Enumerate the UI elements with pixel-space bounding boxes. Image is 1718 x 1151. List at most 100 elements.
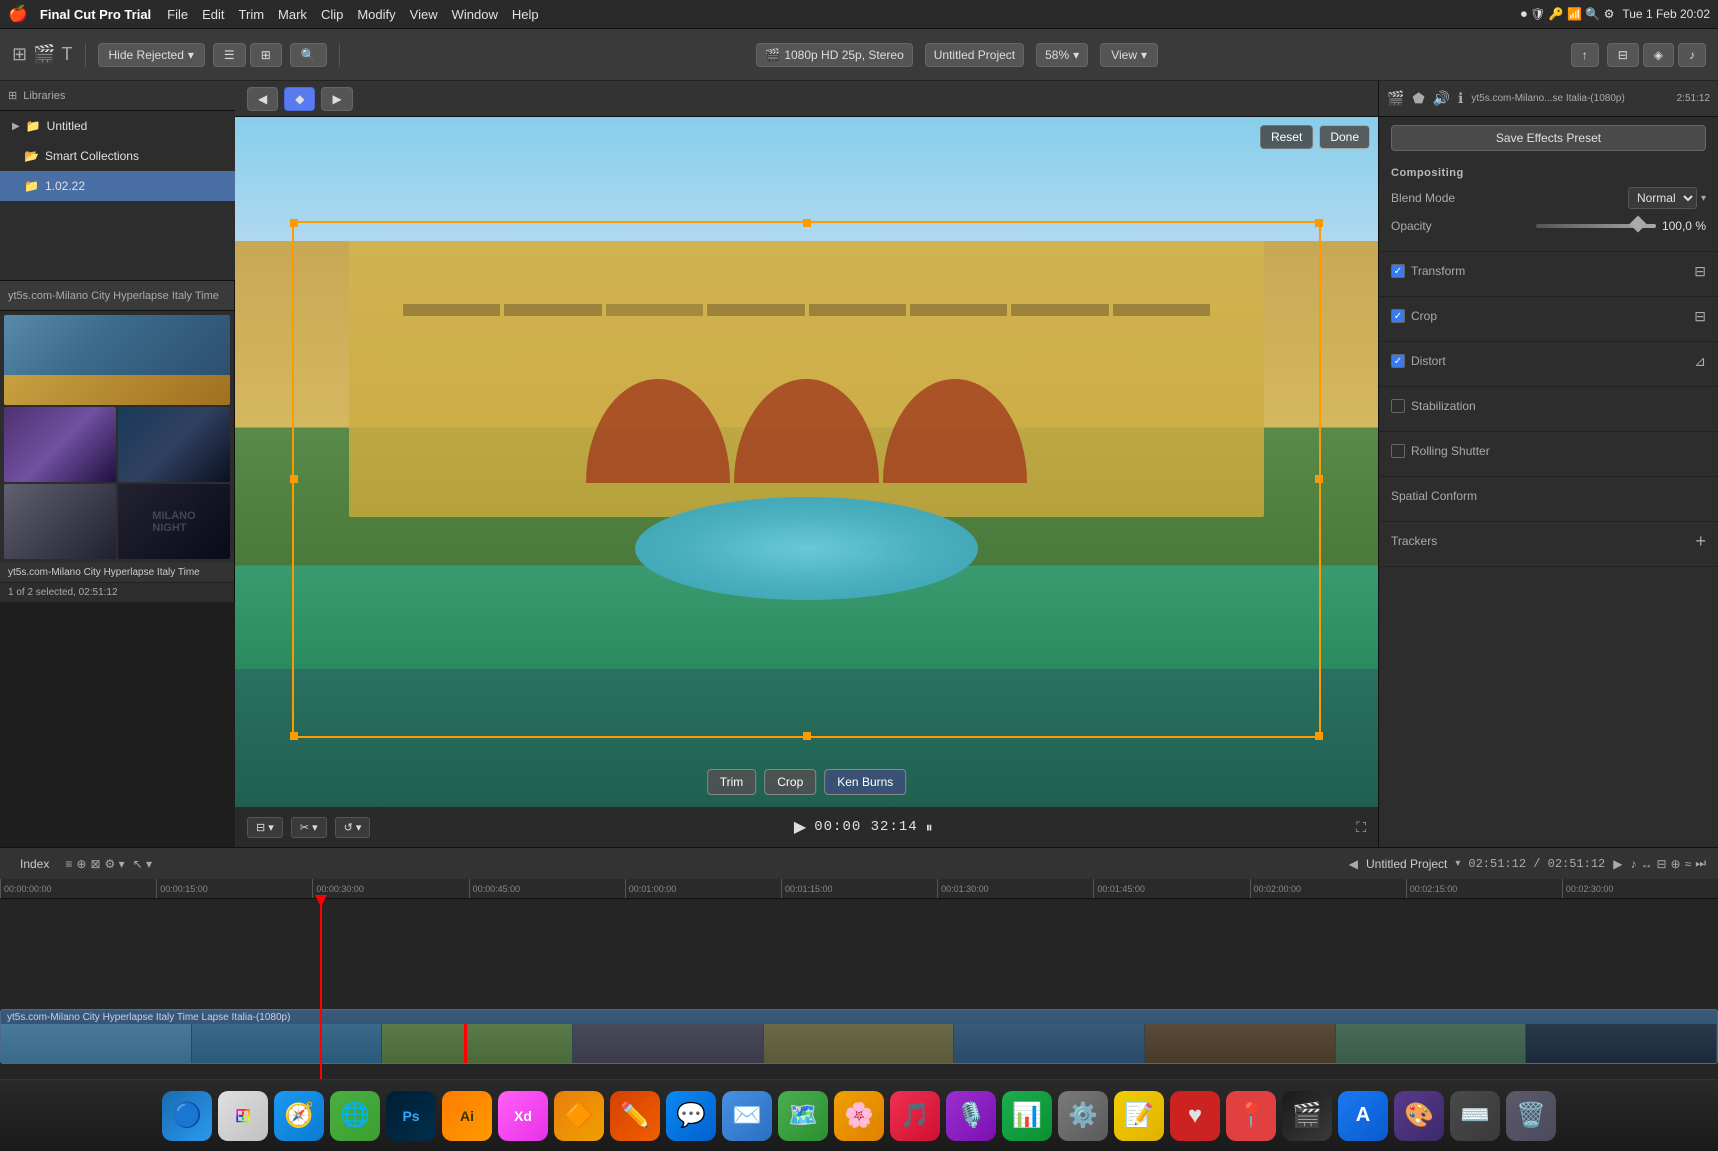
opacity-slider[interactable] — [1536, 224, 1656, 228]
crop-expand-btn[interactable]: ⊟ — [1694, 308, 1706, 325]
timeline-scrub-btn[interactable]: ≈ — [1685, 856, 1692, 871]
dock-launchpad[interactable]: ⊞ — [218, 1091, 268, 1141]
timeline-audio-btn[interactable]: ⊕ — [76, 857, 86, 871]
save-effects-preset-btn[interactable]: Save Effects Preset — [1391, 125, 1706, 151]
effects-toggle-btn[interactable]: ◈ — [1643, 43, 1674, 67]
crop-checkbox[interactable]: ✓ — [1391, 309, 1405, 323]
menu-mark[interactable]: Mark — [278, 7, 307, 22]
menu-file[interactable]: File — [167, 7, 188, 22]
grid-view-btn[interactable]: ⊞ — [250, 43, 282, 67]
dock-maps[interactable]: 🗺️ — [778, 1091, 828, 1141]
trackers-add-btn[interactable]: + — [1695, 532, 1706, 550]
dock-system-prefs[interactable]: ⚙️ — [1058, 1091, 1108, 1141]
media-thumb-4[interactable]: MILANONIGHT — [118, 484, 230, 559]
select-tool-btn[interactable]: ↖ ▾ — [133, 857, 152, 871]
layout-btn[interactable]: ⊟ ▾ — [247, 817, 283, 838]
dock-chrome[interactable]: 🌐 — [330, 1091, 380, 1141]
audio-waveform-btn[interactable]: ♪ — [1630, 856, 1636, 871]
crop-btn[interactable]: Crop — [764, 769, 816, 795]
dock-numbers[interactable]: 📊 — [1002, 1091, 1052, 1141]
ken-burns-btn[interactable]: Ken Burns — [824, 769, 906, 795]
dock-terminal[interactable]: ⌨️ — [1450, 1091, 1500, 1141]
apple-menu[interactable]: 🍎 — [8, 4, 28, 24]
transform-btn[interactable]: ↺ ▾ — [335, 817, 371, 838]
project-selector[interactable]: Untitled Project — [925, 43, 1024, 67]
dock-photos[interactable]: 🌸 — [834, 1091, 884, 1141]
format-selector[interactable]: 🎬 1080p HD 25p, Stereo — [756, 43, 912, 67]
timeline-settings-btn[interactable]: ⚙ ▾ — [105, 857, 125, 871]
inspector-tab-info[interactable]: ℹ — [1458, 90, 1463, 107]
inspector-tab-filter[interactable]: ⬟ — [1412, 90, 1424, 107]
timeline-skimming-btn[interactable]: ⊟ — [1656, 856, 1666, 871]
dock-podcasts[interactable]: 🎙️ — [946, 1091, 996, 1141]
dock-finder[interactable]: 🔵 — [162, 1091, 212, 1141]
timeline-zoom-fit-btn[interactable]: ⊠ — [90, 857, 100, 871]
menu-help[interactable]: Help — [512, 7, 539, 22]
fullscreen-btn[interactable]: ⛶ — [1356, 819, 1366, 836]
reset-btn[interactable]: Reset — [1260, 125, 1313, 149]
media-thumb-1[interactable] — [4, 407, 116, 482]
audio-toggle-btn[interactable]: ♪ — [1678, 43, 1706, 67]
stabilization-checkbox[interactable] — [1391, 399, 1405, 413]
dock-mail[interactable]: ✉️ — [722, 1091, 772, 1141]
dock-xd[interactable]: Xd — [498, 1091, 548, 1141]
next-frame-btn[interactable]: ▶ — [321, 87, 352, 111]
sidebar-item-untitled[interactable]: ▶ 📁 Untitled — [0, 111, 235, 141]
dock-app-store[interactable]: A — [1338, 1091, 1388, 1141]
distort-checkbox[interactable]: ✓ — [1391, 354, 1405, 368]
share-btn[interactable]: ↑ — [1571, 43, 1599, 67]
inspector-toggle-btn[interactable]: ⊟ — [1607, 43, 1639, 67]
menu-modify[interactable]: Modify — [357, 7, 395, 22]
sidebar-item-date[interactable]: 📁 1.02.22 — [0, 171, 235, 201]
search-btn[interactable]: 🔍 — [290, 43, 327, 67]
play-btn[interactable]: ▶ — [794, 817, 806, 837]
sidebar-item-smart-collections[interactable]: 📂 Smart Collections — [0, 141, 235, 171]
timeline-clip[interactable]: yt5s.com-Milano City Hyperlapse Italy Ti… — [0, 1009, 1718, 1064]
hide-rejected-btn[interactable]: Hide Rejected ▾ — [98, 43, 205, 67]
view-btn[interactable]: View ▾ — [1100, 43, 1158, 67]
menu-clip[interactable]: Clip — [321, 7, 343, 22]
dock-trash[interactable]: 🗑️ — [1506, 1091, 1556, 1141]
distort-expand-btn[interactable]: ⊿ — [1694, 353, 1706, 370]
blend-mode-select[interactable]: Normal — [1628, 187, 1697, 209]
dock-pinpoint[interactable]: 📍 — [1226, 1091, 1276, 1141]
dock-pencil[interactable]: ✏️ — [610, 1091, 660, 1141]
timeline-clip-appearance-btn[interactable]: ≡ — [65, 857, 72, 871]
media-thumb-2[interactable] — [118, 407, 230, 482]
mute-btn[interactable]: ⏸ — [926, 819, 933, 836]
nav-prev-btn[interactable]: ◀ — [1349, 857, 1358, 871]
menu-edit[interactable]: Edit — [202, 7, 224, 22]
dock-music[interactable]: 🎵 — [890, 1091, 940, 1141]
transform-checkbox[interactable]: ✓ — [1391, 264, 1405, 278]
dock-safari[interactable]: 🧭 — [274, 1091, 324, 1141]
index-btn[interactable]: Index — [12, 855, 57, 873]
dock-blender[interactable]: 🔶 — [554, 1091, 604, 1141]
menu-window[interactable]: Window — [452, 7, 498, 22]
dock-photoshop[interactable]: Ps — [386, 1091, 436, 1141]
tools-btn[interactable]: ✂ ▾ — [291, 817, 327, 838]
crop-mode-btn[interactable]: ◆ — [284, 87, 315, 111]
timeline-playhead[interactable] — [320, 899, 322, 1079]
dock-messenger[interactable]: 💬 — [666, 1091, 716, 1141]
inspector-tab-video[interactable]: 🎬 — [1387, 90, 1404, 107]
dock-colorsync[interactable]: 🎨 — [1394, 1091, 1444, 1141]
prev-frame-btn[interactable]: ◀ — [247, 87, 278, 111]
opacity-handle[interactable] — [1629, 216, 1646, 233]
media-thumb-3[interactable] — [4, 484, 116, 559]
zoom-selector[interactable]: 58% ▾ — [1036, 43, 1088, 67]
rolling-shutter-checkbox[interactable] — [1391, 444, 1405, 458]
dock-illustrator[interactable]: Ai — [442, 1091, 492, 1141]
nav-next-btn[interactable]: ▶ — [1613, 857, 1622, 871]
timeline-zoom-btn[interactable]: ↔ — [1640, 856, 1652, 871]
dock-notes[interactable]: 📝 — [1114, 1091, 1164, 1141]
timeline-end-btn[interactable]: ⏭ — [1695, 856, 1706, 871]
done-btn[interactable]: Done — [1319, 125, 1370, 149]
trim-btn[interactable]: Trim — [707, 769, 757, 795]
dock-redsweater[interactable]: ♥ — [1170, 1091, 1220, 1141]
inspector-tab-audio[interactable]: 🔊 — [1433, 90, 1450, 107]
media-thumb-full[interactable] — [4, 315, 230, 405]
transform-expand-btn[interactable]: ⊟ — [1694, 263, 1706, 280]
dock-fcp[interactable]: 🎬 — [1282, 1091, 1332, 1141]
menu-view[interactable]: View — [410, 7, 438, 22]
menu-trim[interactable]: Trim — [239, 7, 265, 22]
